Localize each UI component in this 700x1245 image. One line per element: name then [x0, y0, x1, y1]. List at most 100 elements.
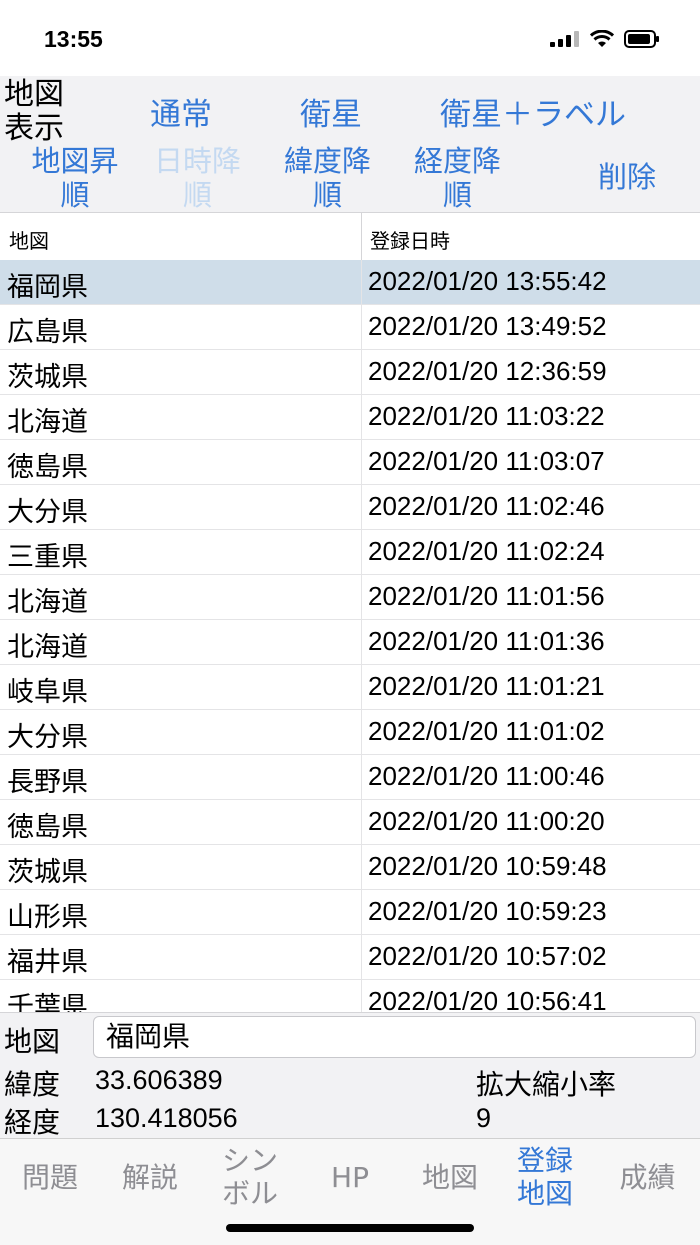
column-divider	[361, 710, 362, 754]
table-row[interactable]: 千葉県 2022/01/20 10:56:41	[0, 980, 700, 1012]
table-header: 地図 登録日時	[0, 213, 700, 261]
table-row[interactable]: 茨城県 2022/01/20 10:59:48	[0, 845, 700, 890]
table-row[interactable]: 北海道 2022/01/20 11:01:56	[0, 575, 700, 620]
column-divider	[361, 620, 362, 664]
row-registered-datetime: 2022/01/20 13:49:52	[368, 311, 607, 341]
row-prefecture: 三重県	[7, 542, 88, 573]
column-divider	[361, 755, 362, 799]
sort-map-asc-button[interactable]: 地図昇 順	[10, 144, 140, 212]
table-row[interactable]: 大分県 2022/01/20 11:02:46	[0, 485, 700, 530]
table-row[interactable]: 長野県 2022/01/20 11:00:46	[0, 755, 700, 800]
map-display-bar: 地図 表示 通常 衛星 衛星＋ラベル	[0, 76, 700, 146]
status-bar: 13:55	[0, 0, 700, 76]
row-registered-datetime: 2022/01/20 11:01:56	[368, 581, 605, 611]
map-type-satellite-button[interactable]: 衛星	[300, 89, 362, 134]
row-registered-datetime: 2022/01/20 11:03:22	[368, 401, 605, 431]
delete-button[interactable]: 削除	[598, 160, 656, 194]
row-registered-datetime: 2022/01/20 10:56:41	[368, 986, 607, 1012]
longitude-value: 130.418056	[95, 1103, 238, 1133]
row-registered-datetime: 2022/01/20 11:01:02	[368, 716, 605, 746]
column-divider	[361, 530, 362, 574]
table-row[interactable]: 広島県 2022/01/20 13:49:52	[0, 305, 700, 350]
status-icons	[550, 30, 660, 48]
zoom-value: 9	[476, 1103, 492, 1133]
row-prefecture: 茨城県	[7, 857, 88, 888]
row-prefecture: 福岡県	[7, 272, 88, 303]
row-prefecture: 福井県	[7, 947, 88, 978]
map-type-satellite-label-button[interactable]: 衛星＋ラベル	[440, 89, 626, 134]
registered-map-list[interactable]: 福岡県 2022/01/20 13:55:42 広島県 2022/01/20 13:4…	[0, 260, 700, 1012]
sort-lon-desc-button[interactable]: 経度降 順	[400, 144, 515, 212]
detail-map-label: 地図	[4, 1025, 61, 1058]
map-type-normal-button[interactable]: 通常	[150, 89, 212, 134]
row-prefecture: 千葉県	[7, 992, 88, 1012]
table-row[interactable]: 福岡県 2022/01/20 13:55:42	[0, 260, 700, 305]
tab-explanation[interactable]: 解説	[100, 1139, 200, 1215]
column-header-map[interactable]: 地図	[9, 225, 49, 254]
row-prefecture: 大分県	[7, 722, 88, 753]
row-registered-datetime: 2022/01/20 10:59:48	[368, 851, 607, 881]
row-registered-datetime: 2022/01/20 11:01:36	[368, 626, 605, 656]
row-prefecture: 茨城県	[7, 362, 88, 393]
table-row[interactable]: 大分県 2022/01/20 11:01:02	[0, 710, 700, 755]
row-registered-datetime: 2022/01/20 11:03:07	[368, 446, 605, 476]
sort-date-desc-button[interactable]: 日時降 順	[140, 144, 255, 212]
row-prefecture: 広島県	[7, 317, 88, 348]
status-time: 13:55	[44, 26, 103, 52]
sort-lat-desc-button[interactable]: 緯度降 順	[270, 144, 385, 212]
tab-results[interactable]: 成績	[595, 1139, 700, 1215]
latitude-label: 緯度	[4, 1068, 61, 1101]
detail-panel: 地図 福岡県 緯度 33.606389 経度 130.418056 拡大縮小率 …	[0, 1012, 700, 1139]
table-row[interactable]: 茨城県 2022/01/20 12:36:59	[0, 350, 700, 395]
tab-hp[interactable]: HP	[300, 1139, 400, 1215]
tab-questions[interactable]: 問題	[0, 1139, 100, 1215]
cellular-signal-icon	[550, 31, 579, 47]
table-row[interactable]: 徳島県 2022/01/20 11:03:07	[0, 440, 700, 485]
row-registered-datetime: 2022/01/20 11:00:46	[368, 761, 605, 791]
row-prefecture: 徳島県	[7, 812, 88, 843]
column-header-registered[interactable]: 登録日時	[370, 225, 450, 254]
table-row[interactable]: 岐阜県 2022/01/20 11:01:21	[0, 665, 700, 710]
table-row[interactable]: 北海道 2022/01/20 11:01:36	[0, 620, 700, 665]
row-registered-datetime: 2022/01/20 11:01:21	[368, 671, 605, 701]
column-divider	[361, 395, 362, 439]
map-name-field[interactable]: 福岡県	[93, 1016, 696, 1058]
row-prefecture: 北海道	[7, 587, 88, 618]
table-row[interactable]: 三重県 2022/01/20 11:02:24	[0, 530, 700, 575]
table-row[interactable]: 徳島県 2022/01/20 11:00:20	[0, 800, 700, 845]
tab-map[interactable]: 地図	[400, 1139, 500, 1215]
column-divider	[361, 440, 362, 484]
row-registered-datetime: 2022/01/20 11:00:20	[368, 806, 605, 836]
column-divider	[361, 935, 362, 979]
map-display-label: 地図 表示	[4, 77, 64, 146]
column-divider	[361, 980, 362, 1012]
row-prefecture: 北海道	[7, 407, 88, 438]
longitude-label: 経度	[4, 1106, 61, 1139]
row-prefecture: 岐阜県	[7, 677, 88, 708]
column-divider	[361, 575, 362, 619]
row-registered-datetime: 2022/01/20 11:02:24	[368, 536, 605, 566]
column-divider	[361, 845, 362, 889]
tab-symbols[interactable]: シン ボル	[200, 1139, 300, 1215]
column-divider	[361, 890, 362, 934]
wifi-icon	[590, 30, 614, 47]
column-divider	[361, 213, 362, 260]
table-row[interactable]: 北海道 2022/01/20 11:03:22	[0, 395, 700, 440]
home-indicator[interactable]	[226, 1224, 474, 1232]
column-divider	[361, 350, 362, 394]
table-row[interactable]: 山形県 2022/01/20 10:59:23	[0, 890, 700, 935]
latitude-value: 33.606389	[95, 1065, 223, 1095]
sort-bar: 地図昇 順 日時降 順 緯度降 順 経度降 順 削除	[0, 144, 700, 213]
row-registered-datetime: 2022/01/20 12:36:59	[368, 356, 607, 386]
row-registered-datetime: 2022/01/20 13:55:42	[368, 266, 607, 296]
row-registered-datetime: 2022/01/20 10:57:02	[368, 941, 607, 971]
table-row[interactable]: 福井県 2022/01/20 10:57:02	[0, 935, 700, 980]
tab-registered-maps[interactable]: 登録 地図	[500, 1139, 590, 1215]
row-prefecture: 徳島県	[7, 452, 88, 483]
column-divider	[361, 260, 362, 304]
column-divider	[361, 305, 362, 349]
row-prefecture: 大分県	[7, 497, 88, 528]
column-divider	[361, 800, 362, 844]
row-registered-datetime: 2022/01/20 11:02:46	[368, 491, 605, 521]
column-divider	[361, 485, 362, 529]
